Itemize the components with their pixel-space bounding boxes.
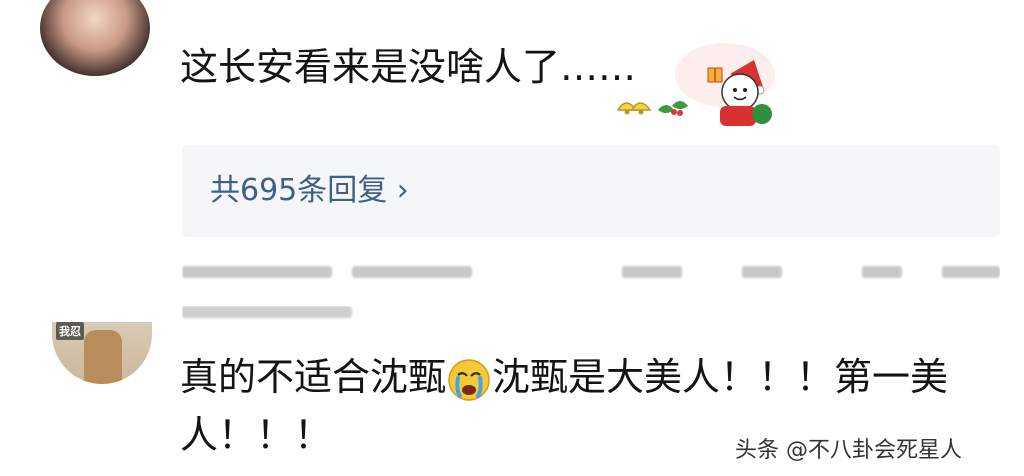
- reply-summary-box[interactable]: 共695条回复 ›: [182, 145, 1000, 237]
- source-watermark: 头条 @不八卦会死星人: [735, 438, 962, 463]
- bell-sticker: [616, 102, 652, 115]
- comment-meta-row: [182, 262, 1000, 282]
- avatar-figure: [84, 330, 122, 384]
- holly-sticker: [658, 101, 688, 116]
- comment-meta-row: [182, 306, 382, 320]
- avatar-tag: 我忍: [56, 322, 84, 340]
- view-replies-link[interactable]: 共695条回复 ›: [210, 169, 409, 213]
- commenter-avatar[interactable]: 我忍: [52, 322, 152, 384]
- crying-face-icon: [448, 358, 490, 401]
- christmas-stickers: [616, 43, 775, 126]
- comment-text: 这长安看来是没啥人了……: [180, 45, 637, 89]
- commenter-avatar[interactable]: [40, 0, 150, 76]
- comment-text-part: 真的不适合沈甄: [180, 355, 447, 399]
